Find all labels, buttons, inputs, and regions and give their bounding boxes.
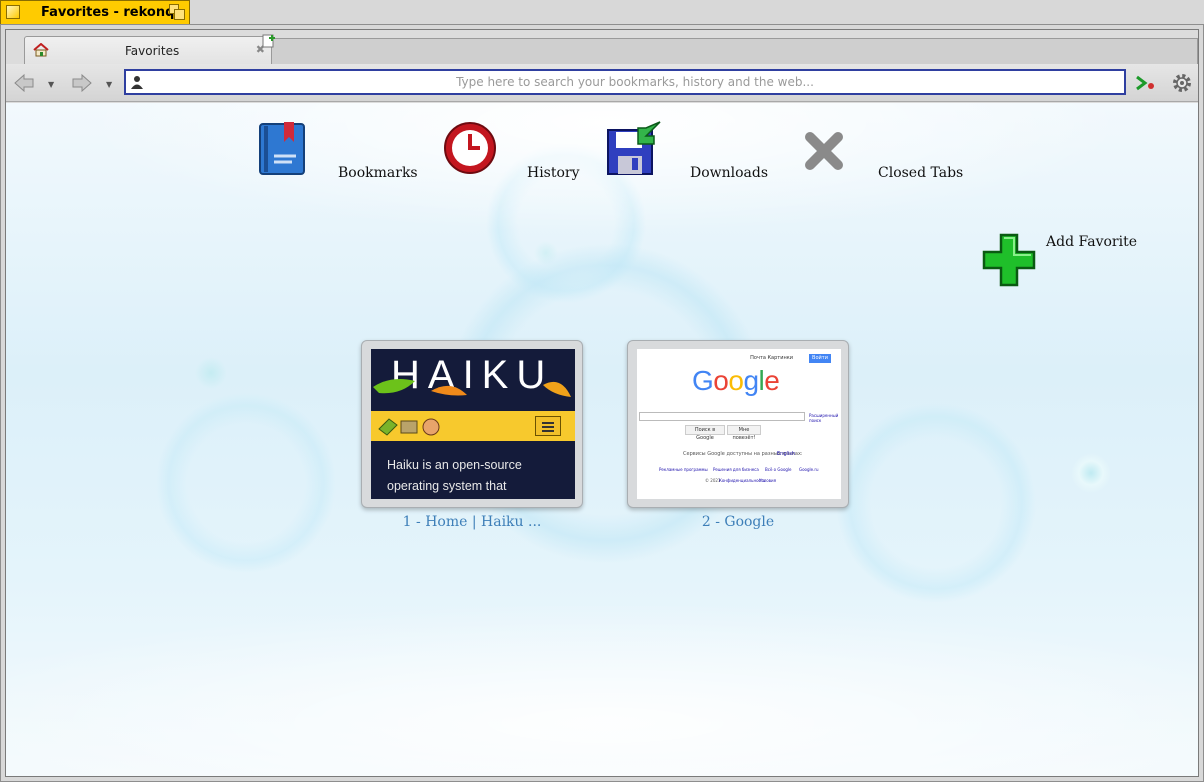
google-top-links: Почта Картинки [750,355,793,361]
new-tab-icon[interactable] [262,34,276,48]
google-footer-link-business: Решения для бизнеса [713,467,759,472]
google-footer-link-ru: Google.ru [799,467,819,472]
window-inner: Favorites ✖ ▼ ▼ Type here to search your… [5,29,1199,777]
google-terms-link: Условия [759,478,777,483]
favorite-thumbnail-google[interactable]: Почта Картинки Войти Google Расширенный … [627,340,849,508]
google-footer-link-ads: Рекламные программы [659,467,708,472]
leaf-decoration-icon [373,379,571,397]
google-page: Почта Картинки Войти Google Расширенный … [637,349,841,499]
favorites-page: Bookmarks History Downloads Closed Tabs … [6,103,1198,776]
home-icon [33,43,49,57]
google-preview: Почта Картинки Войти Google Расширенный … [637,349,841,499]
haiku-body: Haiku is an open-source operating system… [371,441,575,499]
quick-links: Bookmarks History Downloads Closed Tabs [6,103,1198,203]
bookmarks-book-icon[interactable] [254,120,310,176]
favorite-label-google[interactable]: 2 - Google [618,514,858,530]
tab-label: Favorites [125,44,180,58]
quicklink-closed-tabs[interactable]: Closed Tabs [878,165,963,181]
add-favorite-label[interactable]: Add Favorite [1046,234,1137,250]
user-icon [131,76,143,89]
close-x-icon[interactable] [796,123,852,179]
back-history-dropdown[interactable]: ▼ [48,80,54,89]
quicklink-bookmarks[interactable]: Bookmarks [338,165,418,181]
google-logo: Google [692,365,780,396]
google-search-box [639,412,805,421]
google-lang-link: English [777,451,796,457]
green-plus-icon[interactable] [982,233,1036,287]
haiku-intro-text: Haiku is an open-source operating system… [387,458,522,493]
google-advanced-link: Расширенный поиск [809,413,839,423]
quicklink-history[interactable]: History [527,165,580,181]
hamburger-menu-icon [535,416,561,436]
floppy-download-icon[interactable] [606,120,662,176]
haiku-toolbar [371,411,575,441]
google-footer-link-about: Всё о Google [765,467,792,472]
google-signin-button: Войти [809,354,831,363]
favorite-thumbnail-haiku[interactable]: HAIKU Haiku is an open-source operating … [361,340,583,508]
haiku-header: HAIKU [371,349,575,411]
tab-bar: Favorites ✖ [6,30,1198,64]
back-arrow-icon[interactable] [12,72,36,94]
google-search-button: Поиск в Google [685,425,725,441]
haiku-preview: HAIKU Haiku is an open-source operating … [371,349,575,499]
window-title-tab[interactable]: Favorites - rekonq [0,0,190,24]
url-input[interactable] [150,73,1120,91]
window-title: Favorites - rekonq [41,5,175,20]
clock-icon[interactable] [442,120,498,176]
haiku-app-icons [378,418,440,436]
go-arrow-icon[interactable] [1134,72,1158,94]
window-close-button[interactable] [6,5,20,19]
gear-icon[interactable] [1170,71,1194,95]
forward-arrow-icon[interactable] [70,72,94,94]
quicklink-downloads[interactable]: Downloads [690,165,768,181]
forward-history-dropdown[interactable]: ▼ [106,80,112,89]
tab-favorites[interactable]: Favorites ✖ [24,36,272,64]
favorite-label-haiku[interactable]: 1 - Home | Haiku ... [352,514,592,530]
navigation-toolbar: ▼ ▼ [6,64,1198,102]
google-lucky-button: Мне повезёт! [727,425,761,441]
url-bar[interactable] [124,69,1126,95]
browser-window: Favorites ✖ ▼ ▼ Type here to search your… [0,24,1204,782]
window-zoom-button[interactable] [169,4,185,20]
